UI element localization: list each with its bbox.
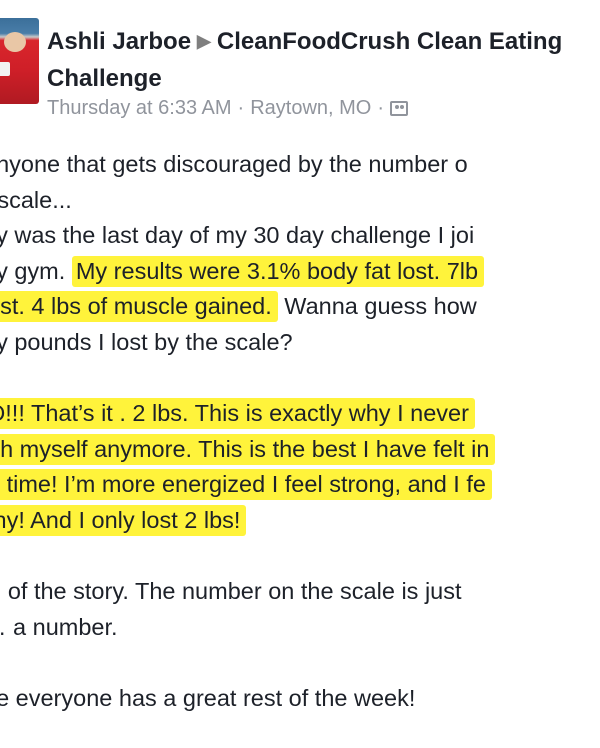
post-line: anyone that gets discouraged by the numb… <box>0 151 468 177</box>
post-timestamp-link[interactable]: Thursday at 6:33 AM <box>47 97 232 119</box>
arrow-right-icon: ▶ <box>197 31 211 51</box>
highlighted-text: O!!! That’s it . 2 lbs. This is exactly … <box>0 398 475 430</box>
post-line: ost. 4 lbs of muscle gained. Wanna guess… <box>0 289 600 325</box>
post-line: … a number. <box>0 613 118 640</box>
post-line: ay was the last day of my 30 day challen… <box>0 222 475 249</box>
post-line: O!!! That’s it . 2 lbs. This is exactly … <box>0 396 600 432</box>
highlighted-text: ost. 4 lbs of muscle gained. <box>0 291 278 323</box>
highlighted-text: gh myself anymore. This is the best I ha… <box>0 433 496 465</box>
post-text: Wanna guess how <box>277 293 477 320</box>
author-name-link[interactable]: Ashli Jarboe <box>47 28 191 55</box>
post-text: ny gym. <box>0 257 66 284</box>
post-line: ny gym. My results were 3.1% body fat lo… <box>0 254 600 290</box>
avatar-patch <box>0 62 10 76</box>
separator-dot: · <box>237 97 245 119</box>
highlighted-text: g time! I’m more energized I feel strong… <box>0 469 492 501</box>
post-line: al of the story. The number on the scale… <box>0 578 462 605</box>
post-line: be everyone has a great rest of the week… <box>0 684 416 711</box>
highlighted-text: My results were 3.1% body fat lost. 7lb <box>71 255 485 287</box>
post-header: Ashli Jarboe ▶ CleanFoodCrush Clean Eating… <box>47 24 587 96</box>
post-line: gh myself anymore. This is the best I ha… <box>0 432 600 468</box>
post-meta: Thursday at 6:33 AM · Raytown, MO · <box>47 97 409 120</box>
post-line: ny pounds I lost by the scale? <box>0 328 293 355</box>
author-avatar[interactable] <box>0 18 39 104</box>
highlighted-text: thy! And I only lost 2 lbs! <box>0 504 247 536</box>
post-body: anyone that gets discouraged by the numb… <box>0 147 600 717</box>
post-line: thy! And I only lost 2 lbs! <box>0 503 600 539</box>
post-line: g time! I’m more energized I feel strong… <box>0 467 600 503</box>
friends-icon[interactable] <box>390 101 409 116</box>
post-location-link[interactable]: Raytown, MO <box>250 97 371 119</box>
avatar-face <box>4 32 26 52</box>
post-line: r scale... <box>0 186 72 213</box>
separator-dot: · <box>377 97 385 119</box>
